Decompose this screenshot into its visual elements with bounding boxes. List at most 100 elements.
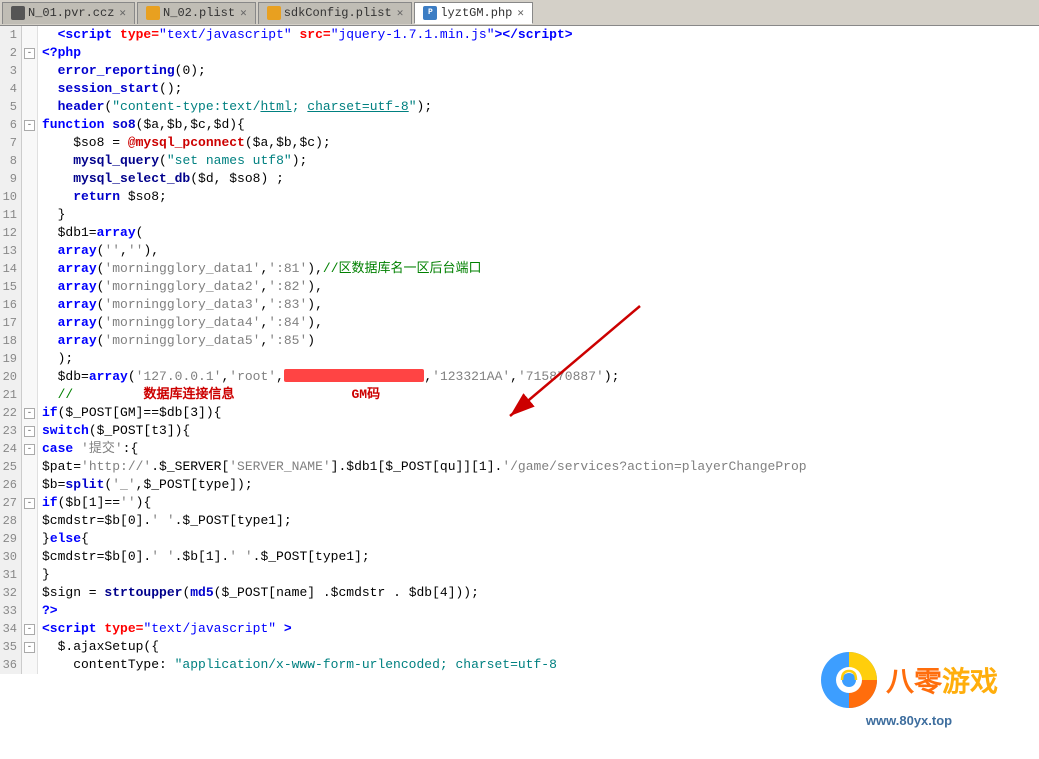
line-num-26: 26: [0, 476, 22, 494]
code-line-26: 26 $b=split('_',$_POST[type]);: [0, 476, 1039, 494]
fold-31: [22, 566, 38, 584]
line-num-2: 2: [0, 44, 22, 62]
code-line-2: 2 - <?php: [0, 44, 1039, 62]
tab-n02[interactable]: N_02.plist ✕: [137, 2, 256, 24]
code-text-18[interactable]: array('morningglory_data5',':85'): [38, 332, 1039, 350]
line-num-9: 9: [0, 170, 22, 188]
code-line-3: 3 error_reporting(0);: [0, 62, 1039, 80]
fold-7: [22, 134, 38, 152]
code-text-12[interactable]: $db1=array(: [38, 224, 1039, 242]
code-text-6[interactable]: function so8($a,$b,$c,$d){: [38, 116, 1039, 134]
code-text-5[interactable]: header("content-type:text/html; charset=…: [38, 98, 1039, 116]
code-line-29: 29 }else{: [0, 530, 1039, 548]
code-text-34[interactable]: <script type="text/javascript" >: [38, 620, 1039, 638]
code-text-13[interactable]: array('',''),: [38, 242, 1039, 260]
code-text-15[interactable]: array('morningglory_data2',':82'),: [38, 278, 1039, 296]
fold-34[interactable]: -: [22, 620, 38, 638]
code-text-10[interactable]: return $so8;: [38, 188, 1039, 206]
fold-22[interactable]: -: [22, 404, 38, 422]
tab-n02-close[interactable]: ✕: [240, 6, 247, 20]
fold-3: [22, 62, 38, 80]
code-line-11: 11 }: [0, 206, 1039, 224]
code-text-28[interactable]: $cmdstr=$b[0].' '.$_POST[type1];: [38, 512, 1039, 530]
tab-sdkconfig-close[interactable]: ✕: [397, 6, 404, 20]
code-text-2[interactable]: <?php: [38, 44, 1039, 62]
code-text-26[interactable]: $b=split('_',$_POST[type]);: [38, 476, 1039, 494]
line-num-4: 4: [0, 80, 22, 98]
line-num-25: 25: [0, 458, 22, 476]
fold-1: [22, 26, 38, 44]
line-num-23: 23: [0, 422, 22, 440]
code-line-12: 12 $db1=array(: [0, 224, 1039, 242]
code-text-22[interactable]: if($_POST[GM]==$db[3]){: [38, 404, 1039, 422]
ccz-icon: [11, 6, 25, 20]
fold-23[interactable]: -: [22, 422, 38, 440]
fold-27[interactable]: -: [22, 494, 38, 512]
watermark-url: www.80yx.top: [866, 713, 952, 728]
code-line-31: 31 }: [0, 566, 1039, 584]
fold-15: [22, 278, 38, 296]
code-text-21[interactable]: // 数据库连接信息 GM码: [38, 386, 1039, 404]
line-num-24: 24: [0, 440, 22, 458]
line-num-27: 27: [0, 494, 22, 512]
fold-30: [22, 548, 38, 566]
tab-n01-pvr[interactable]: N_01.pvr.ccz ✕: [2, 2, 135, 24]
code-line-14: 14 array('morningglory_data1',':81'),//区…: [0, 260, 1039, 278]
brand-ba: 八: [886, 666, 914, 697]
code-text-32[interactable]: $sign = strtoupper(md5($_POST[name] .$cm…: [38, 584, 1039, 602]
tab-sdkconfig[interactable]: sdkConfig.plist ✕: [258, 2, 413, 24]
watermark-logo: 八零游戏: [820, 651, 998, 709]
code-line-21: 21 // 数据库连接信息 GM码: [0, 386, 1039, 404]
code-text-16[interactable]: array('morningglory_data3',':83'),: [38, 296, 1039, 314]
code-text-11[interactable]: }: [38, 206, 1039, 224]
code-text-19[interactable]: );: [38, 350, 1039, 368]
watermark: 八零游戏 www.80yx.top: [799, 639, 1019, 739]
fold-18: [22, 332, 38, 350]
code-text-8[interactable]: mysql_query("set names utf8");: [38, 152, 1039, 170]
code-text-25[interactable]: $pat='http://'.$_SERVER['SERVER_NAME'].$…: [38, 458, 1039, 476]
code-text-20[interactable]: $db=array('127.0.0.1','root', ,'123321AA…: [38, 368, 1039, 386]
line-num-19: 19: [0, 350, 22, 368]
code-line-28: 28 $cmdstr=$b[0].' '.$_POST[type1];: [0, 512, 1039, 530]
fold-28: [22, 512, 38, 530]
code-line-19: 19 );: [0, 350, 1039, 368]
code-line-1: 1 <script type="text/javascript" src="jq…: [0, 26, 1039, 44]
code-text-14[interactable]: array('morningglory_data1',':81'),//区数据库…: [38, 260, 1039, 278]
code-text-33[interactable]: ?>: [38, 602, 1039, 620]
code-text-9[interactable]: mysql_select_db($d, $so8) ;: [38, 170, 1039, 188]
code-text-4[interactable]: session_start();: [38, 80, 1039, 98]
code-text-7[interactable]: $so8 = @mysql_pconnect($a,$b,$c);: [38, 134, 1039, 152]
fold-10: [22, 188, 38, 206]
tab-lyztgm[interactable]: P lyztGM.php ✕: [414, 2, 533, 24]
fold-24[interactable]: -: [22, 440, 38, 458]
code-line-16: 16 array('morningglory_data3',':83'),: [0, 296, 1039, 314]
code-line-8: 8 mysql_query("set names utf8");: [0, 152, 1039, 170]
code-line-22: 22 - if($_POST[GM]==$db[3]){: [0, 404, 1039, 422]
code-line-7: 7 $so8 = @mysql_pconnect($a,$b,$c);: [0, 134, 1039, 152]
logo-icon: [820, 651, 878, 709]
line-num-10: 10: [0, 188, 22, 206]
code-text-24[interactable]: case '提交':{: [38, 440, 1039, 458]
code-text-1[interactable]: <script type="text/javascript" src="jque…: [38, 26, 1039, 44]
tab-lyztgm-close[interactable]: ✕: [517, 6, 524, 20]
code-text-3[interactable]: error_reporting(0);: [38, 62, 1039, 80]
code-line-15: 15 array('morningglory_data2',':82'),: [0, 278, 1039, 296]
code-line-9: 9 mysql_select_db($d, $so8) ;: [0, 170, 1039, 188]
watermark-brand-text: 八零游戏: [886, 660, 998, 700]
fold-14: [22, 260, 38, 278]
line-num-15: 15: [0, 278, 22, 296]
tab-n01-close[interactable]: ✕: [119, 6, 126, 20]
code-text-31[interactable]: }: [38, 566, 1039, 584]
line-num-22: 22: [0, 404, 22, 422]
fold-35[interactable]: -: [22, 638, 38, 656]
fold-2[interactable]: -: [22, 44, 38, 62]
fold-6[interactable]: -: [22, 116, 38, 134]
code-text-17[interactable]: array('morningglory_data4',':84'),: [38, 314, 1039, 332]
fold-32: [22, 584, 38, 602]
tab-lyztgm-label: lyztGM.php: [440, 6, 512, 20]
code-text-23[interactable]: switch($_POST[t3]){: [38, 422, 1039, 440]
redacted-password: [284, 369, 424, 382]
code-text-29[interactable]: }else{: [38, 530, 1039, 548]
code-text-27[interactable]: if($b[1]==''){: [38, 494, 1039, 512]
code-text-30[interactable]: $cmdstr=$b[0].' '.$b[1].' '.$_POST[type1…: [38, 548, 1039, 566]
